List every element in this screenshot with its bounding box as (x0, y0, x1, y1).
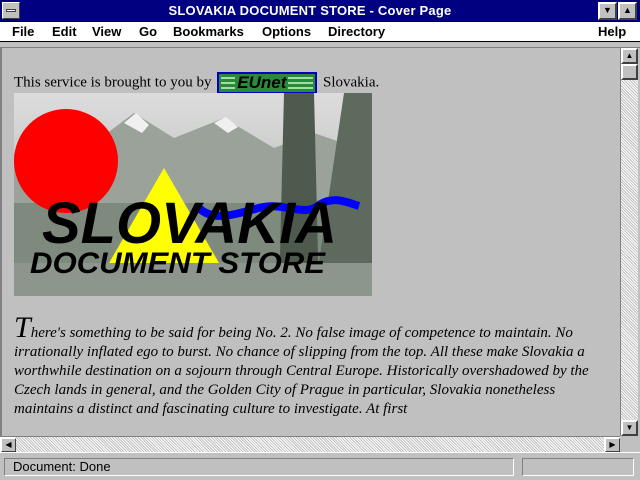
intro-text-before: This service is brought to you by (14, 74, 212, 91)
logo-text-document-store: DOCUMENT STORE (30, 247, 326, 280)
menu-edit[interactable]: Edit (52, 24, 77, 39)
title-bar: SLOVAKIA DOCUMENT STORE - Cover Page ▼ ▲ (0, 0, 640, 22)
menu-directory[interactable]: Directory (328, 24, 385, 39)
window-title: SLOVAKIA DOCUMENT STORE - Cover Page (168, 3, 452, 18)
menu-bookmarks[interactable]: Bookmarks (173, 24, 244, 39)
eunet-logo-link[interactable]: EUnet (217, 72, 318, 94)
system-menu-button[interactable] (2, 2, 20, 19)
system-menu-icon (6, 9, 16, 12)
eunet-logo-text: EUnet (235, 73, 289, 92)
menu-view[interactable]: View (92, 24, 121, 39)
vertical-scroll-thumb[interactable] (621, 64, 638, 80)
intro-text-after: Slovakia. (322, 74, 380, 91)
menu-options[interactable]: Options (262, 24, 311, 39)
menu-go[interactable]: Go (139, 24, 157, 39)
menu-file[interactable]: File (12, 24, 34, 39)
status-message: Document: Done (4, 458, 514, 476)
drop-cap: T (14, 311, 31, 344)
logo-image: SLOVAKIA DOCUMENT STORE (14, 93, 372, 296)
maximize-button[interactable]: ▲ (618, 2, 637, 20)
menu-bar: File Edit View Go Bookmarks Options Dire… (0, 22, 640, 42)
horizontal-scroll-track[interactable] (16, 437, 604, 452)
scrollbar-corner (620, 436, 640, 452)
scroll-right-button[interactable]: ▶ (604, 437, 621, 453)
scroll-down-button[interactable]: ▼ (621, 420, 638, 436)
vertical-scrollbar[interactable]: ▲ ▼ (620, 48, 638, 436)
minimize-button[interactable]: ▼ (598, 2, 617, 20)
scroll-up-button[interactable]: ▲ (621, 48, 638, 64)
article-paragraph: There's something to be said for being N… (14, 313, 606, 419)
document-view[interactable]: This service is brought to you by EUnet … (0, 48, 620, 436)
progress-indicator (522, 458, 634, 476)
status-bar: Document: Done (0, 452, 640, 480)
slovakia-document-store-logo: SLOVAKIA DOCUMENT STORE (14, 93, 372, 296)
paragraph-text: here's something to be said for being No… (14, 325, 589, 417)
scroll-left-button[interactable]: ◀ (0, 437, 17, 453)
vertical-scroll-track[interactable] (621, 64, 638, 420)
menu-help[interactable]: Help (598, 24, 626, 39)
intro-line: This service is brought to you by EUnet … (14, 72, 379, 94)
horizontal-scrollbar[interactable]: ◀ ▶ (0, 436, 621, 453)
